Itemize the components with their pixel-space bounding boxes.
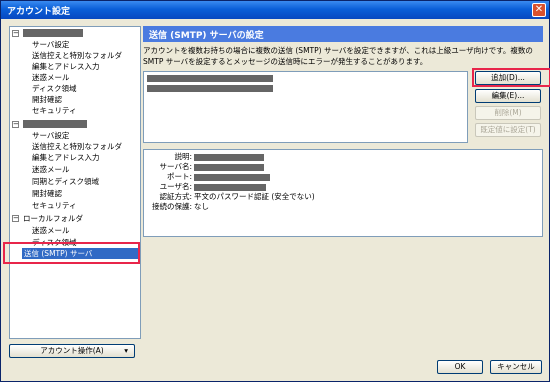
window-title: アカウント設定 bbox=[7, 7, 71, 17]
tree-item-receipts[interactable]: 開封確認 bbox=[10, 188, 140, 199]
panel-description: アカウントを複数お持ちの場合に複数の送信 (SMTP) サーバを設定できますが、… bbox=[143, 46, 533, 66]
tree-item-junk[interactable]: 迷惑メール bbox=[10, 164, 140, 175]
collapse-icon[interactable]: − bbox=[12, 215, 19, 222]
account-tree[interactable]: − サーバ設定 送信控えと特別なフォルダ 編集とアドレス入力 迷惑メール ディス… bbox=[9, 26, 141, 339]
redacted-value bbox=[194, 154, 264, 161]
highlight-box-smtp bbox=[3, 242, 140, 264]
detail-server: サーバ名: bbox=[144, 162, 542, 172]
tree-local-folders[interactable]: − ローカルフォルダ bbox=[10, 213, 140, 224]
tree-item-receipts[interactable]: 開封確認 bbox=[10, 94, 140, 105]
redacted-server-entry[interactable] bbox=[147, 75, 273, 82]
redacted-value bbox=[194, 184, 266, 191]
collapse-icon[interactable]: − bbox=[12, 30, 19, 37]
detail-auth: 認証方式: 平文のパスワード認証 (安全でない) bbox=[159, 192, 315, 201]
tree-item-junk[interactable]: 迷惑メール bbox=[10, 72, 140, 83]
ok-button[interactable]: OK bbox=[437, 360, 483, 374]
smtp-server-list[interactable] bbox=[143, 71, 468, 143]
highlight-box-add bbox=[472, 68, 550, 87]
tree-account-1[interactable]: − bbox=[10, 28, 140, 39]
close-button[interactable]: ✕ bbox=[532, 3, 546, 17]
redacted-account-name bbox=[23, 29, 83, 37]
dropdown-arrow-icon: ▾ bbox=[124, 346, 128, 355]
tree-item-composition[interactable]: 編集とアドレス入力 bbox=[10, 152, 140, 163]
collapse-icon[interactable]: − bbox=[12, 121, 19, 128]
redacted-value bbox=[194, 164, 264, 171]
redacted-account-name bbox=[23, 120, 87, 128]
tree-account-2[interactable]: − bbox=[10, 119, 140, 130]
account-settings-window: アカウント設定 ✕ − サーバ設定 送信控えと特別なフォルダ 編集とアドレス入力… bbox=[0, 0, 550, 382]
edit-button[interactable]: 編集(E)... bbox=[475, 89, 541, 103]
tree-item-server-settings[interactable]: サーバ設定 bbox=[10, 39, 140, 50]
panel-header: 送信 (SMTP) サーバの設定 bbox=[143, 26, 543, 42]
tree-item-copies-folders[interactable]: 送信控えと特別なフォルダ bbox=[10, 141, 140, 152]
tree-item-security[interactable]: セキュリティ bbox=[10, 105, 140, 116]
tree-item-junk[interactable]: 迷惑メール bbox=[10, 225, 140, 236]
redacted-server-entry[interactable] bbox=[147, 85, 273, 92]
delete-button[interactable]: 削除(M) bbox=[475, 106, 541, 120]
cancel-button[interactable]: キャンセル bbox=[490, 360, 542, 374]
tree-item-copies-folders[interactable]: 送信控えと特別なフォルダ bbox=[10, 50, 140, 61]
tree-item-server-settings[interactable]: サーバ設定 bbox=[10, 130, 140, 141]
account-actions-button[interactable]: アカウント操作(A) ▾ bbox=[9, 344, 135, 358]
detail-port: ポート: bbox=[144, 172, 542, 182]
tree-item-composition[interactable]: 編集とアドレス入力 bbox=[10, 61, 140, 72]
tree-item-security[interactable]: セキュリティ bbox=[10, 200, 140, 211]
panel-title: 送信 (SMTP) サーバの設定 bbox=[149, 31, 264, 41]
redacted-value bbox=[194, 174, 270, 181]
detail-security: 接続の保護: なし bbox=[151, 202, 209, 211]
tree-item-sync-disk[interactable]: 同期とディスク領域 bbox=[10, 176, 140, 187]
detail-description: 説明: bbox=[144, 152, 542, 162]
title-bar: アカウント設定 ✕ bbox=[1, 1, 549, 19]
tree-item-disk-space[interactable]: ディスク領域 bbox=[10, 83, 140, 94]
set-default-button[interactable]: 既定値に設定(T) bbox=[475, 123, 541, 137]
server-details: 説明: サーバ名: ポート: ユーザ名: 認証方式: 平文のパスワード認証 (安… bbox=[143, 149, 543, 237]
detail-user: ユーザ名: bbox=[144, 182, 542, 192]
